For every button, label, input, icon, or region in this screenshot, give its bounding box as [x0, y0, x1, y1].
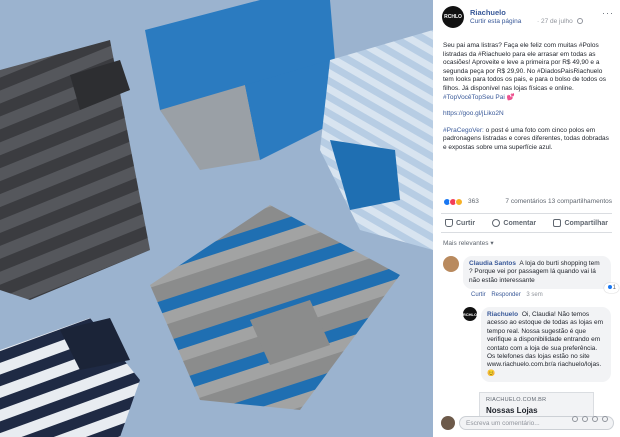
comment-like-link[interactable]: Curtir [471, 292, 486, 298]
reply-author-link[interactable]: Riachuelo [487, 311, 518, 318]
hashtag-link[interactable]: #PraCegoVer: [443, 127, 484, 134]
reaction-icons[interactable] [443, 198, 463, 206]
post-date-text: 27 de julho [540, 18, 573, 25]
shortened-url-link[interactable]: https://goo.gl/jLiko2N [443, 110, 504, 117]
globe-icon [576, 18, 583, 25]
gif-icon[interactable] [592, 416, 598, 422]
comment-label: Comentar [503, 219, 537, 227]
page-avatar[interactable]: RCHLO [442, 6, 464, 28]
share-button[interactable]: Compartilhar [553, 219, 608, 227]
post-header: RCHLO Riachuelo Curtir esta página · 27 … [442, 6, 614, 34]
comment-bubble: Riachuelo Oi, Claudia! Não temos acesso … [481, 307, 611, 383]
preview-domain: RIACHUELO.COM.BR [486, 397, 547, 403]
share-icon [553, 219, 562, 227]
like-label: Curtir [456, 219, 476, 227]
write-comment-box: Escreva um comentário... [441, 413, 614, 433]
comment-reaction-badge[interactable]: 1 [603, 282, 619, 294]
share-label: Compartilhar [564, 219, 608, 227]
comment-time[interactable]: 3 sem [526, 292, 542, 298]
sticker-icon[interactable] [602, 416, 608, 422]
post-paragraph-text: Seu pai ama listras? Faça ele feliz com … [443, 42, 606, 92]
comment-bubble: Claudia Santos A loja do burti shopping … [463, 256, 619, 294]
commenter-avatar[interactable] [443, 256, 459, 272]
camera-icon[interactable] [582, 416, 588, 422]
comment-icon [492, 219, 501, 227]
comment: Claudia Santos A loja do burti shopping … [443, 256, 619, 306]
page-name-link[interactable]: Riachuelo [470, 8, 506, 17]
heart-emoji-icon: 💕 [506, 93, 515, 101]
reaction-stats: 363 7 comentários 13 compartilhamentos [443, 197, 612, 209]
post-photo[interactable] [0, 0, 433, 437]
comment-reply-link[interactable]: Responder [491, 292, 520, 298]
reply-text: Oi, Claudia! Não temos acesso ao estoque… [487, 311, 603, 369]
reaction-count[interactable]: 363 [468, 198, 479, 205]
follow-page-link[interactable]: Curtir esta página [470, 18, 521, 25]
post-paragraph: Seu pai ama listras? Faça ele feliz com … [443, 42, 613, 102]
more-options-icon[interactable]: ··· [602, 8, 614, 18]
post-side-panel: RCHLO Riachuelo Curtir esta página · 27 … [433, 0, 620, 437]
comment-reaction-count: 1 [612, 284, 616, 291]
post-timestamp[interactable]: · 27 de julho [537, 18, 583, 25]
post-text: Seu pai ama listras? Faça ele feliz com … [443, 42, 613, 161]
smile-emoji-icon: 😊 [487, 369, 496, 377]
comments-shares-count[interactable]: 7 comentários 13 compartilhamentos [505, 198, 612, 205]
separator-dot: · [537, 18, 540, 25]
like-button[interactable]: Curtir [445, 219, 475, 227]
emoji-icon[interactable] [572, 416, 578, 422]
comment-reply: RCHLO Riachuelo Oi, Claudia! Não temos a… [463, 307, 613, 393]
polo-shirts-image [0, 0, 433, 437]
hashtag-link[interactable]: #TopVocêTopSeu Pai [443, 94, 505, 101]
comment-sort-dropdown[interactable]: Mais relevantes ▾ [443, 239, 494, 247]
comment-input-icons [572, 416, 608, 422]
current-user-avatar [441, 416, 455, 430]
comment-button[interactable]: Comentar [492, 219, 536, 227]
post-paragraph: #PraCegoVer: o post é uma foto com cinco… [443, 127, 613, 153]
page-reply-avatar[interactable]: RCHLO [463, 307, 477, 321]
post-actions-bar: Curtir Comentar Compartilhar [441, 213, 612, 233]
post-paragraph: https://goo.gl/jLiko2N [443, 110, 613, 119]
comment-author-link[interactable]: Claudia Santos [469, 260, 516, 267]
comment-meta: Curtir Responder 3 sem [471, 292, 543, 298]
wow-reaction-icon [455, 198, 463, 206]
thumbs-up-icon [445, 219, 453, 227]
